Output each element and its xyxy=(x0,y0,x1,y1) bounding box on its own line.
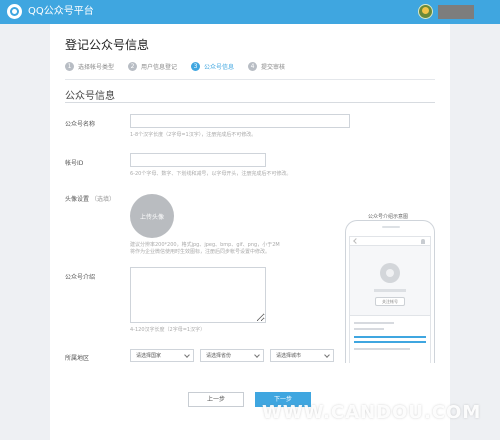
region-label: 所属地区 xyxy=(65,355,90,362)
preview-text-line xyxy=(354,328,384,330)
preview-highlight-line xyxy=(354,336,426,338)
preview-highlight-line xyxy=(354,341,426,343)
optional-tag: （选填） xyxy=(91,196,116,203)
qq-logo-icon xyxy=(7,4,22,19)
country-select-value: 请选择国家 xyxy=(136,353,162,359)
phone-screen: 关注帐号 xyxy=(349,236,431,363)
account-id-input[interactable] xyxy=(130,153,266,167)
brand-name: QQ公众号平台 xyxy=(28,6,94,17)
preview-title: 公众号介绍示意图 xyxy=(368,214,409,220)
city-select[interactable]: 请选择城市 xyxy=(270,349,334,362)
step-number: 4 xyxy=(248,61,258,71)
phone-preview: 关注帐号 xyxy=(345,220,435,363)
divider xyxy=(65,102,435,103)
step-label: 用户信息登记 xyxy=(141,63,178,71)
phone-speaker xyxy=(382,226,400,228)
avatar-hint-1: 建议分辨率200*200，格式jpg、jpeg、bmp、gif、png，小于2M xyxy=(130,242,280,248)
preview-follow-button: 关注帐号 xyxy=(375,297,405,306)
preview-text-line xyxy=(354,322,394,324)
registration-card: 登记公众号信息 1 选择帐号类型 2 用户信息登记 3 公众号信息 4 提交审核… xyxy=(50,24,450,440)
step-2: 2 用户信息登记 xyxy=(128,61,178,71)
avatar-label: 头像设置 （选填） xyxy=(65,194,115,203)
step-1: 1 选择帐号类型 xyxy=(65,61,115,71)
account-id-hint: 6-20个字母、数字、下划线和减号，以字母开头，注册完成后不可修改。 xyxy=(130,171,292,177)
account-id-label: 帐号ID xyxy=(65,160,84,167)
intro-label: 公众号介绍 xyxy=(65,274,96,281)
upload-avatar-label: 上传头像 xyxy=(139,213,164,221)
step-label: 选择帐号类型 xyxy=(78,63,115,71)
person-icon xyxy=(421,239,425,244)
chevron-down-icon xyxy=(324,351,330,358)
step-label: 提交审核 xyxy=(261,63,286,71)
step-number: 2 xyxy=(128,61,138,71)
step-indicator: 1 选择帐号类型 2 用户信息登记 3 公众号信息 4 提交审核 xyxy=(65,60,299,72)
account-name-input[interactable] xyxy=(130,114,350,128)
intro-hint: 4-120汉字长度（2字母=1汉字） xyxy=(130,327,206,333)
brand[interactable]: QQ公众号平台 xyxy=(7,4,94,19)
user-name-redacted[interactable] xyxy=(438,5,474,19)
city-select-value: 请选择城市 xyxy=(276,353,302,359)
step-number: 1 xyxy=(65,61,74,71)
province-select[interactable]: 请选择省份 xyxy=(200,349,264,362)
step-number: 3 xyxy=(191,61,201,71)
page-title: 登记公众号信息 xyxy=(65,38,150,52)
intro-textarea[interactable] xyxy=(130,267,266,323)
avatar-label-text: 头像设置 xyxy=(65,196,90,203)
chevron-down-icon xyxy=(184,351,190,358)
preview-name-placeholder xyxy=(374,289,406,292)
step-4: 4 提交审核 xyxy=(248,61,286,71)
top-bar: QQ公众号平台 xyxy=(0,0,500,24)
preview-avatar-icon xyxy=(380,263,400,283)
user-avatar[interactable] xyxy=(418,4,433,19)
step-3-active: 3 公众号信息 xyxy=(191,61,235,71)
prev-step-button[interactable]: 上一步 xyxy=(188,392,244,407)
preview-text-line xyxy=(354,348,410,350)
avatar-hint-2: 将作为企业微信使用时生效图标，注册后同步帐号设置中修改。 xyxy=(130,249,271,255)
phone-topbar xyxy=(350,237,430,246)
chevron-down-icon xyxy=(254,351,260,358)
province-select-value: 请选择省份 xyxy=(206,353,232,359)
country-select[interactable]: 请选择国家 xyxy=(130,349,194,362)
step-label: 公众号信息 xyxy=(204,63,235,71)
name-label: 公众号名称 xyxy=(65,121,96,128)
section-title: 公众号信息 xyxy=(65,91,115,102)
preview-intro-panel xyxy=(350,315,430,363)
name-hint: 1-8个汉字长度（2字母=1汉字），注册完成后不可修改。 xyxy=(130,132,257,138)
back-arrow-icon xyxy=(353,238,359,244)
divider xyxy=(65,79,435,80)
upload-avatar-button[interactable]: 上传头像 xyxy=(130,194,174,238)
watermark: WWW.CANDOU.COM xyxy=(262,402,482,423)
